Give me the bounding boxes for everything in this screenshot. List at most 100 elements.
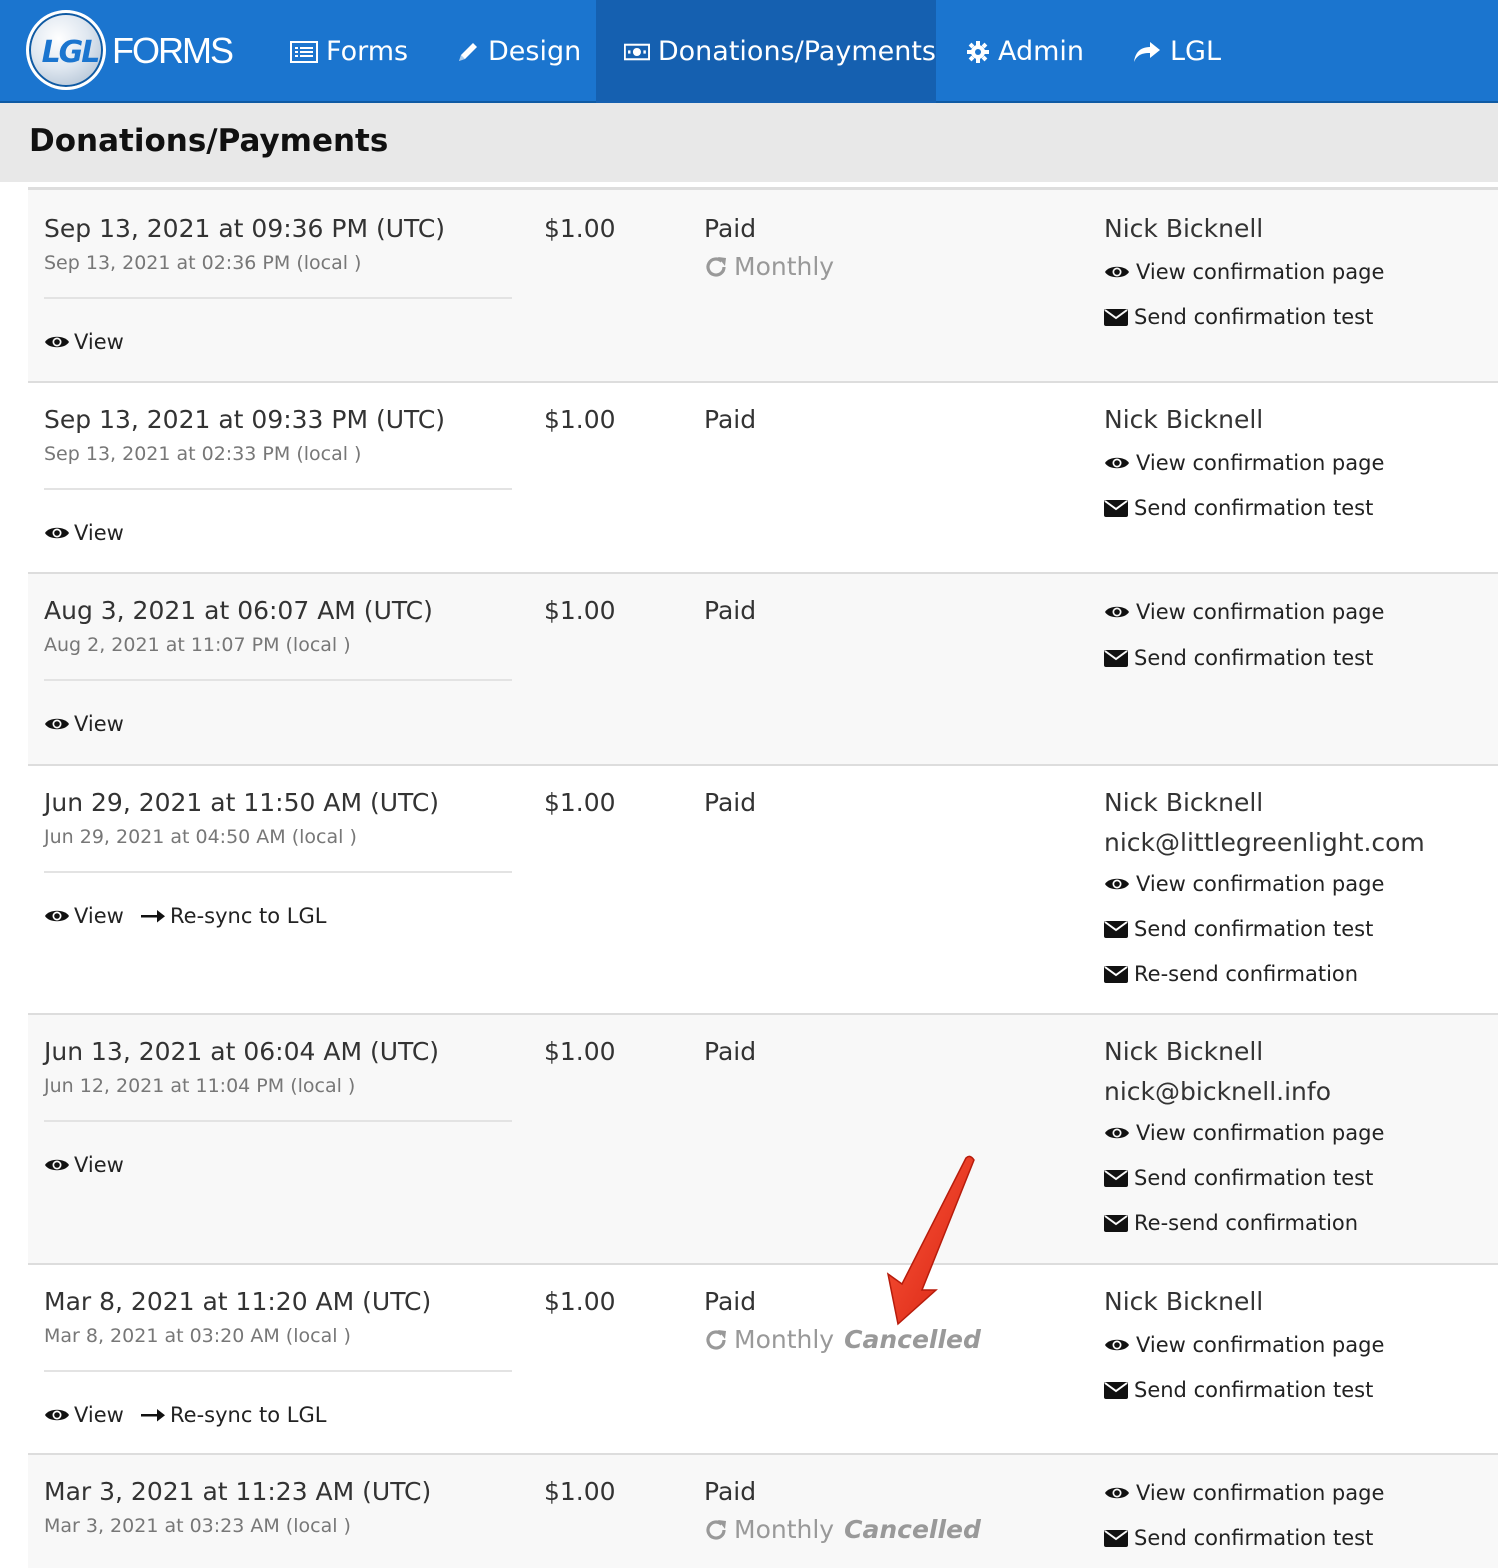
resend-confirmation-link[interactable]: Re-send confirmation (1104, 962, 1358, 986)
view-confirmation-link[interactable]: View confirmation page (1104, 260, 1384, 284)
send-confirmation-test-label: Send confirmation test (1134, 917, 1374, 941)
send-confirmation-test-link[interactable]: Send confirmation test (1104, 646, 1373, 670)
view-link[interactable]: View (44, 521, 124, 545)
send-confirmation-test-link[interactable]: Send confirmation test (1104, 1166, 1373, 1190)
nav-lgl-label: LGL (1170, 36, 1222, 67)
local-timestamp: Mar 8, 2021 at 03:20 AM (local ) (44, 1325, 351, 1347)
amount: $1.00 (544, 405, 616, 434)
donor-name: Nick Bicknell (1104, 788, 1264, 817)
top-navbar: LGL FORMS Forms Design Donations/Payment… (0, 0, 1498, 103)
recurring-info: Monthly Cancelled (704, 1515, 981, 1544)
view-confirmation-label: View confirmation page (1136, 1121, 1385, 1145)
donor-name: Nick Bicknell (1104, 1287, 1264, 1316)
envelope-icon (1104, 1530, 1128, 1547)
divider (44, 871, 512, 873)
view-link-label: View (74, 330, 124, 354)
view-confirmation-link[interactable]: View confirmation page (1104, 872, 1384, 896)
utc-timestamp: Jun 13, 2021 at 06:04 AM (UTC) (44, 1037, 440, 1066)
resync-to-lgl-link[interactable]: Re-sync to LGL (140, 1403, 326, 1427)
envelope-icon (1104, 1215, 1128, 1232)
gear-icon (967, 40, 989, 63)
send-confirmation-test-label: Send confirmation test (1134, 1526, 1374, 1550)
envelope-icon (1104, 921, 1128, 938)
view-link[interactable]: View (44, 330, 124, 354)
pencil-icon (459, 42, 477, 61)
recurring-info: Monthly (704, 252, 834, 281)
nav-lgl[interactable]: LGL (1112, 0, 1241, 103)
lgl-forms-logo[interactable]: LGL FORMS (26, 10, 236, 92)
payment-status: Paid (704, 1037, 757, 1066)
utc-timestamp: Jun 29, 2021 at 11:50 AM (UTC) (44, 788, 440, 817)
divider (44, 297, 512, 299)
send-confirmation-test-label: Send confirmation test (1134, 1166, 1374, 1190)
payment-row: Jun 13, 2021 at 06:04 AM (UTC) Jun 12, 2… (28, 1015, 1498, 1265)
view-confirmation-link[interactable]: View confirmation page (1104, 1481, 1384, 1505)
local-timestamp: Jun 29, 2021 at 04:50 AM (local ) (44, 826, 357, 848)
send-confirmation-test-link[interactable]: Send confirmation test (1104, 1526, 1373, 1550)
envelope-icon (1104, 966, 1128, 983)
resync-to-lgl-link[interactable]: Re-sync to LGL (140, 904, 326, 928)
local-timestamp: Sep 13, 2021 at 02:36 PM (local ) (44, 252, 362, 274)
view-confirmation-link[interactable]: View confirmation page (1104, 451, 1384, 475)
list-icon (290, 40, 318, 63)
resend-confirmation-link[interactable]: Re-send confirmation (1104, 1211, 1358, 1235)
send-confirmation-test-link[interactable]: Send confirmation test (1104, 305, 1373, 329)
view-link-label: View (74, 904, 124, 928)
divider (44, 488, 512, 490)
view-link-label: View (74, 1403, 124, 1427)
payments-list: Sep 13, 2021 at 09:36 PM (UTC) Sep 13, 2… (28, 182, 1498, 1568)
view-link[interactable]: View (44, 712, 124, 736)
view-confirmation-link[interactable]: View confirmation page (1104, 1333, 1384, 1357)
payment-status: Paid (704, 214, 757, 243)
amount: $1.00 (544, 1477, 616, 1506)
nav-design[interactable]: Design (436, 0, 601, 103)
payment-row: Mar 8, 2021 at 11:20 AM (UTC) Mar 8, 202… (28, 1265, 1498, 1455)
view-link[interactable]: View (44, 1403, 124, 1427)
eye-icon (45, 527, 69, 539)
refresh-icon (706, 256, 726, 277)
nav-donations-payments[interactable]: Donations/Payments (596, 0, 936, 103)
amount: $1.00 (544, 1287, 616, 1316)
divider (44, 679, 512, 681)
nav-admin[interactable]: Admin (946, 0, 1104, 103)
local-timestamp: Jun 12, 2021 at 11:04 PM (local ) (44, 1075, 356, 1097)
recurring-label: Monthly (734, 1515, 835, 1544)
view-confirmation-link[interactable]: View confirmation page (1104, 600, 1384, 624)
view-link-label: View (74, 521, 124, 545)
page-header: Donations/Payments (0, 103, 1498, 182)
amount: $1.00 (544, 214, 616, 243)
view-confirmation-label: View confirmation page (1136, 1481, 1385, 1505)
envelope-icon (1104, 309, 1128, 326)
payment-status: Paid (704, 788, 757, 817)
divider (44, 1120, 512, 1122)
view-confirmation-label: View confirmation page (1136, 451, 1385, 475)
envelope-icon (1104, 500, 1128, 517)
resync-label: Re-sync to LGL (170, 1403, 327, 1427)
nav-admin-label: Admin (998, 36, 1085, 67)
amount: $1.00 (544, 788, 616, 817)
nav-forms-label: Forms (326, 36, 409, 67)
logo-badge: LGL (26, 10, 106, 90)
donor-email: nick@bicknell.info (1104, 1077, 1332, 1106)
send-confirmation-test-link[interactable]: Send confirmation test (1104, 917, 1373, 941)
annotation-arrow (886, 1155, 975, 1326)
view-confirmation-link[interactable]: View confirmation page (1104, 1121, 1384, 1145)
divider (44, 1370, 512, 1372)
send-confirmation-test-label: Send confirmation test (1134, 646, 1374, 670)
nav-forms[interactable]: Forms (270, 0, 428, 103)
eye-icon (1105, 457, 1129, 469)
share-arrow-icon (1134, 41, 1160, 62)
recurring-label: Monthly (734, 252, 835, 281)
view-link[interactable]: View (44, 1153, 124, 1177)
resync-label: Re-sync to LGL (170, 904, 327, 928)
refresh-icon (706, 1329, 726, 1350)
payment-row: Sep 13, 2021 at 09:33 PM (UTC) Sep 13, 2… (28, 383, 1498, 574)
send-confirmation-test-link[interactable]: Send confirmation test (1104, 1378, 1373, 1402)
payment-row: Mar 3, 2021 at 11:23 AM (UTC) Mar 3, 202… (28, 1455, 1498, 1568)
donor-email: nick@littlegreenlight.com (1104, 828, 1425, 857)
payment-row: Aug 3, 2021 at 06:07 AM (UTC) Aug 2, 202… (28, 574, 1498, 766)
view-link[interactable]: View (44, 904, 124, 928)
eye-icon (45, 336, 69, 348)
eye-icon (1105, 606, 1129, 618)
send-confirmation-test-link[interactable]: Send confirmation test (1104, 496, 1373, 520)
